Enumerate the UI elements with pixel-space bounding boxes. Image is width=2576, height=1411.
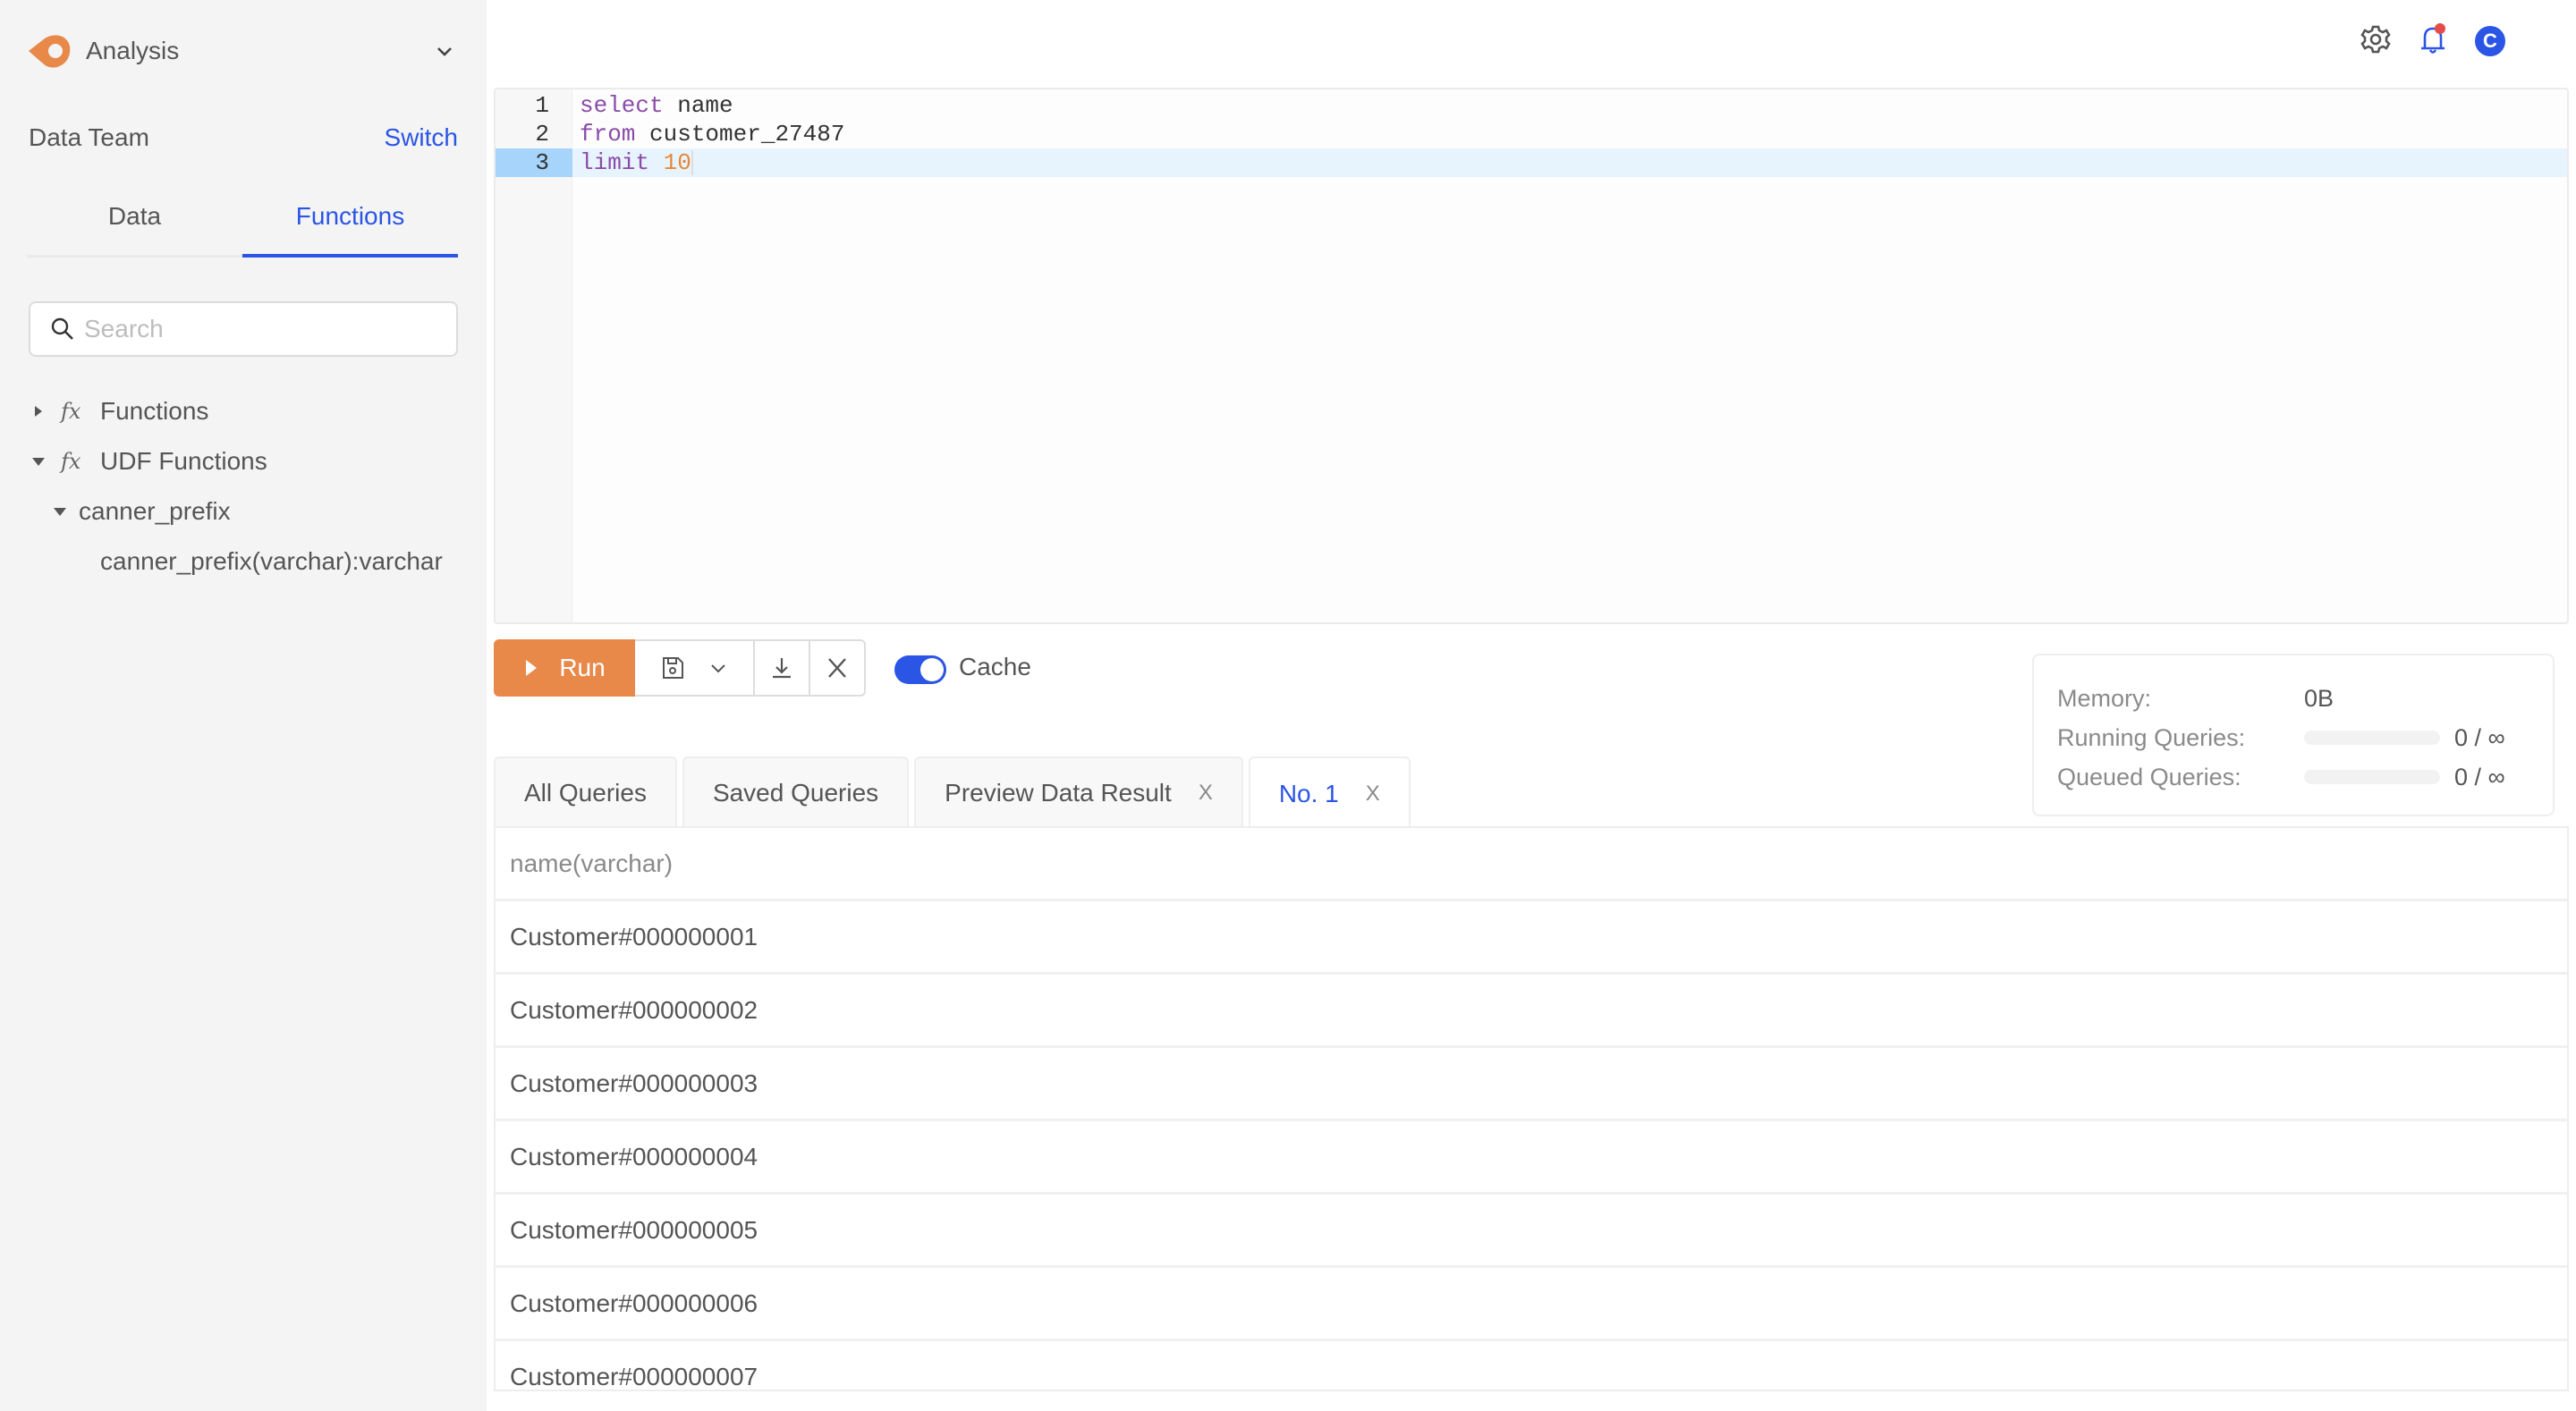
line-number: 2 (535, 121, 549, 148)
tree-item-label: canner_prefix(varchar):varchar (100, 547, 443, 575)
function-search (29, 301, 458, 357)
line-number: 3 (496, 148, 572, 177)
line-number: 1 (535, 92, 549, 119)
tab-label: Saved Queries (712, 779, 879, 807)
switch-team-link[interactable]: Switch (385, 123, 458, 152)
table-row[interactable]: Customer#000000006 (496, 1268, 2567, 1341)
app-switcher[interactable]: Analysis (27, 32, 179, 70)
search-input[interactable] (84, 315, 442, 343)
table-header: name(varchar) (496, 828, 2567, 901)
tree-item-udf-functions[interactable]: fx UDF Functions (30, 442, 267, 481)
run-label: Run (559, 654, 606, 681)
table-row[interactable]: Customer#000000003 (496, 1048, 2567, 1121)
table-cell: Customer#000000003 (510, 1069, 758, 1097)
table-row[interactable]: Customer#000000004 (496, 1121, 2567, 1195)
table-cell: Customer#000000002 (510, 995, 758, 1024)
line-text: select name (580, 92, 733, 119)
app-name: Analysis (86, 37, 180, 64)
save-query-button[interactable] (635, 639, 755, 697)
cache-label: Cache (959, 653, 1031, 680)
line-text: from customer_27487 (580, 121, 845, 148)
download-button[interactable] (755, 639, 810, 697)
queued-queries-bar (2304, 770, 2440, 784)
play-icon (526, 660, 538, 676)
running-queries-stat: Running Queries: 0 / ∞ (2057, 722, 2505, 754)
query-toolbar: Run (494, 639, 866, 697)
close-tab-icon[interactable]: X (1199, 781, 1213, 806)
code-line-active[interactable]: 3 limit 10 (496, 148, 2567, 177)
running-queries-label: Running Queries: (2057, 723, 2246, 751)
caret-right-icon[interactable] (30, 403, 47, 419)
save-icon (663, 657, 683, 679)
cache-toggle[interactable] (894, 655, 946, 684)
table-cell: Customer#000000004 (510, 1142, 758, 1170)
tab-functions[interactable]: Functions (242, 193, 458, 258)
tree-item-label: Functions (100, 397, 209, 425)
chevron-down-icon[interactable] (708, 658, 728, 678)
notification-dot (2435, 23, 2445, 34)
tab-data[interactable]: Data (27, 193, 242, 255)
gear-icon[interactable] (2358, 21, 2394, 57)
table-row[interactable]: Customer#000000007 (496, 1341, 2567, 1390)
tree-item-label: canner_prefix (79, 497, 231, 525)
tab-preview-data-result[interactable]: Preview Data Result X (914, 756, 1243, 828)
bell-icon[interactable] (2415, 21, 2451, 57)
memory-stat: Memory: 0B (2057, 682, 2334, 714)
caret-down-icon[interactable] (52, 503, 68, 520)
table-row[interactable]: Customer#000000001 (496, 901, 2567, 975)
tree-item-functions[interactable]: fx Functions (30, 392, 208, 431)
cluster-stats-panel: Memory: 0B Running Queries: 0 / ∞ Queued… (2032, 654, 2555, 816)
text-cursor (691, 150, 693, 176)
tab-saved-queries[interactable]: Saved Queries (682, 756, 910, 828)
run-button[interactable]: Run (494, 639, 635, 697)
table-cell: Customer#000000007 (510, 1362, 758, 1390)
user-avatar[interactable]: C (2475, 26, 2505, 56)
download-icon (773, 658, 791, 679)
code-line[interactable]: 2 from customer_27487 (496, 120, 2567, 148)
tree-item-canner-prefix[interactable]: canner_prefix (52, 492, 231, 531)
close-tab-icon[interactable]: X (1366, 782, 1380, 807)
memory-value: 0B (2304, 684, 2334, 712)
table-cell: Customer#000000005 (510, 1215, 758, 1244)
running-queries-value: 0 / ∞ (2454, 723, 2505, 751)
caret-down-icon[interactable] (30, 453, 47, 469)
clear-button[interactable] (810, 639, 866, 697)
table-cell: Customer#000000006 (510, 1288, 758, 1317)
team-name: Data Team (29, 123, 149, 151)
queued-queries-label: Queued Queries: (2057, 763, 2241, 790)
table-cell: Customer#000000001 (510, 922, 758, 951)
table-row[interactable]: Customer#000000002 (496, 975, 2567, 1048)
chevron-down-icon[interactable] (433, 39, 456, 63)
tab-label: All Queries (524, 779, 647, 807)
column-header[interactable]: name(varchar) (510, 849, 673, 878)
queued-queries-stat: Queued Queries: 0 / ∞ (2057, 761, 2505, 793)
function-icon: fx (61, 399, 81, 424)
queued-queries-value: 0 / ∞ (2454, 763, 2505, 790)
memory-label: Memory: (2057, 684, 2152, 712)
app-logo-icon (29, 35, 71, 68)
running-queries-bar (2304, 731, 2440, 745)
table-row[interactable]: Customer#000000005 (496, 1195, 2567, 1268)
tab-no-1[interactable]: No. 1 X (1248, 756, 1411, 830)
tree-item-function-signature[interactable]: canner_prefix(varchar):varchar (100, 542, 443, 581)
close-icon (828, 658, 846, 678)
tab-label: No. 1 (1278, 780, 1339, 807)
tab-all-queries[interactable]: All Queries (494, 756, 677, 828)
line-text: limit 10 (580, 149, 693, 176)
sql-editor[interactable]: 1 select name 2 from customer_27487 3 li… (494, 88, 2569, 624)
sidebar-tabs: Data Functions (27, 193, 458, 258)
tree-item-label: UDF Functions (100, 447, 267, 475)
sidebar: Analysis Data Team Switch Data Functions… (0, 0, 487, 1411)
result-table: name(varchar) Customer#000000001 Custome… (494, 826, 2569, 1391)
result-tabs: All Queries Saved Queries Preview Data R… (494, 756, 1416, 830)
function-icon: fx (61, 449, 81, 474)
search-icon (51, 317, 73, 340)
code-line[interactable]: 1 select name (496, 91, 2567, 120)
tab-label: Preview Data Result (945, 779, 1172, 807)
